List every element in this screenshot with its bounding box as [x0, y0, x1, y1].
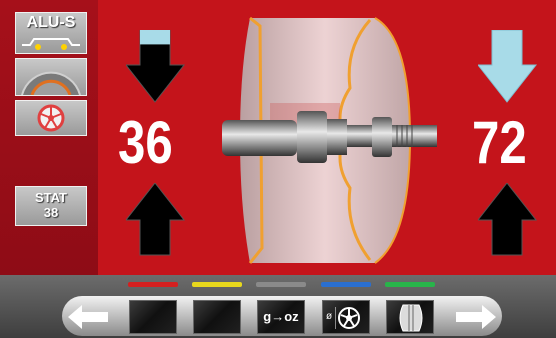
weight-unit-button[interactable]: g→oz	[257, 300, 305, 334]
tire-mode-button[interactable]	[15, 58, 87, 96]
function-button-1[interactable]	[129, 300, 177, 334]
right-plane-weight: 72	[472, 109, 527, 176]
red-tab[interactable]	[128, 282, 178, 287]
left-arrow-fill-indicator	[140, 30, 170, 45]
back-arrow-icon[interactable]	[64, 300, 112, 334]
rim-width-icon	[399, 304, 423, 332]
yellow-tab[interactable]	[192, 282, 242, 287]
stat-value: 38	[43, 205, 59, 220]
alu-mode-label: ALU-S	[26, 14, 76, 31]
stat-label: STAT	[34, 190, 67, 205]
green-tab[interactable]	[385, 282, 435, 287]
right-upper-arrow	[478, 30, 538, 103]
alloy-wheel-icon	[37, 104, 65, 132]
tire-icon	[21, 71, 81, 96]
diameter-symbol: ø	[326, 311, 333, 322]
rim-type-button[interactable]	[15, 100, 87, 136]
blue-tab[interactable]	[321, 282, 371, 287]
rim-diameter-button[interactable]: ø	[322, 300, 370, 334]
alu-mode-button[interactable]: ALU-S	[15, 12, 87, 54]
wheel-diameter-icon	[335, 307, 360, 329]
gray-tab[interactable]	[256, 282, 306, 287]
weight-unit-label: g→oz	[263, 309, 299, 324]
static-balance-button[interactable]: STAT 38	[15, 186, 87, 226]
function-button-2[interactable]	[193, 300, 241, 334]
balancer-shaft	[222, 111, 437, 163]
forward-arrow-icon[interactable]	[452, 300, 500, 334]
left-plane-weight: 36	[118, 109, 173, 176]
left-upper-arrow	[126, 30, 186, 103]
rim-profile-icon	[22, 38, 80, 50]
right-lower-arrow	[478, 183, 538, 256]
rim-width-button[interactable]	[386, 300, 434, 334]
left-lower-arrow	[126, 183, 186, 256]
